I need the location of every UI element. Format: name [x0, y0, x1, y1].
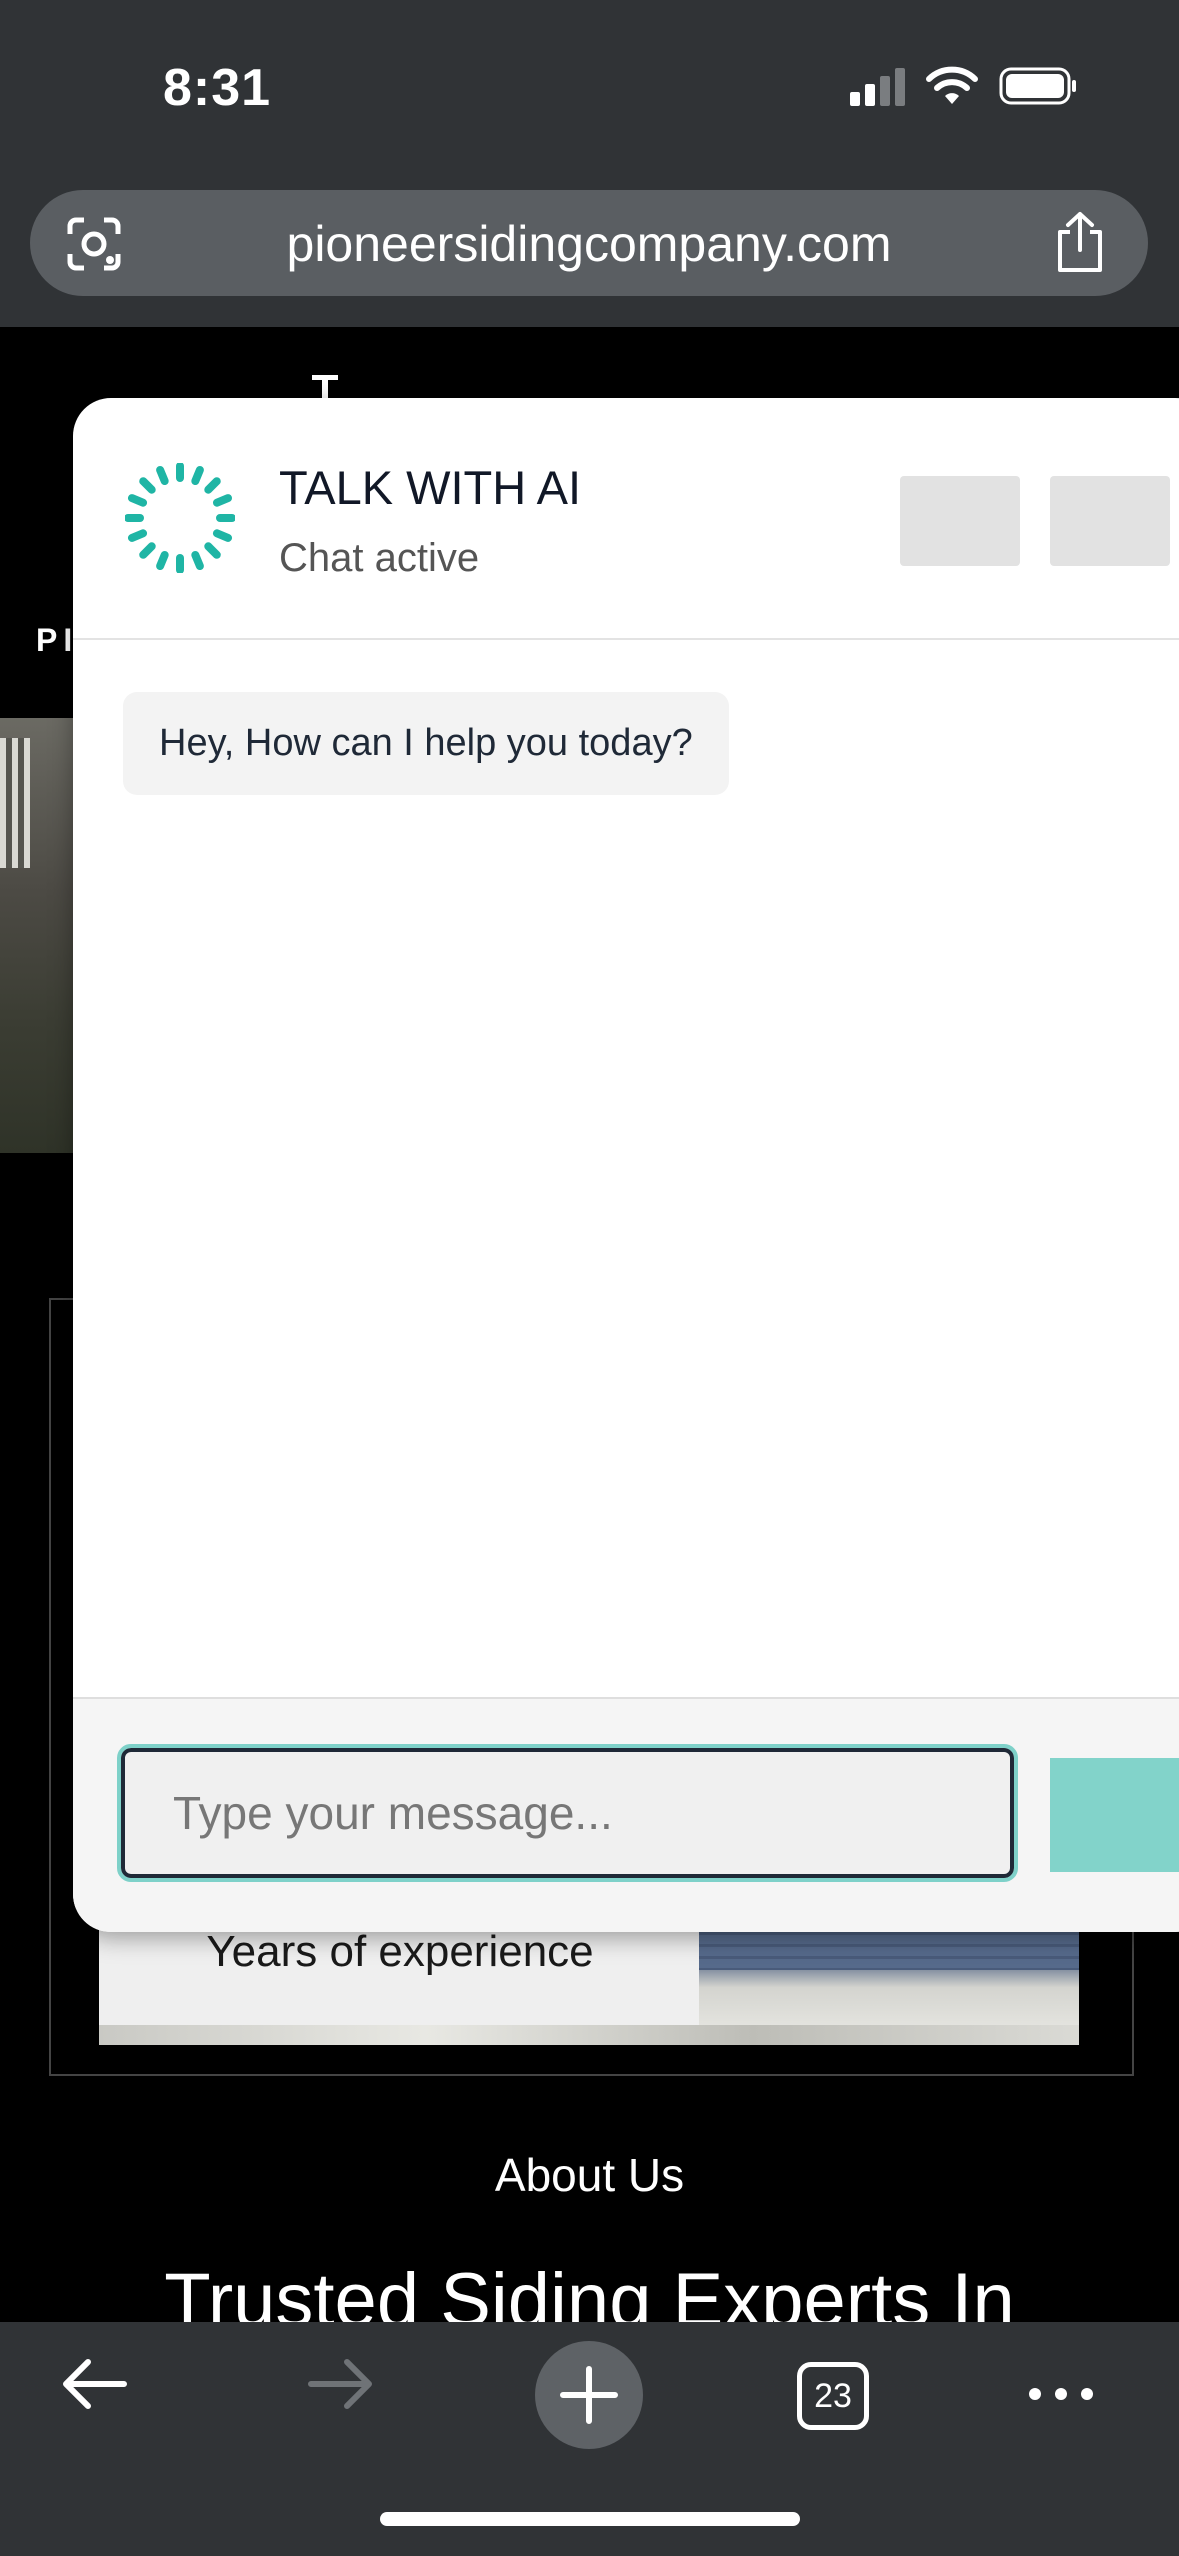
ai-chat-widget: TALK WITH AI Chat active Hey, How can I … — [73, 398, 1179, 1932]
url-text[interactable]: pioneersidingcompany.com — [30, 215, 1148, 273]
share-icon[interactable] — [1052, 210, 1108, 274]
spinner-tick — [139, 542, 156, 559]
more-dots-icon[interactable] — [1025, 2382, 1097, 2406]
minimize-button[interactable] — [900, 476, 1020, 566]
back-arrow-icon[interactable] — [58, 2354, 130, 2414]
spinner-tick — [204, 477, 221, 494]
spinner-tick — [212, 529, 233, 542]
about-us-link[interactable]: About Us — [0, 2148, 1179, 2202]
address-bar[interactable]: pioneersidingcompany.com — [30, 190, 1148, 296]
browser-top-chrome: 8:31 pioneersidingcompany.com — [0, 0, 1179, 327]
chat-footer — [73, 1697, 1179, 1932]
photo-strip — [99, 2025, 1079, 2045]
spinner-tick — [212, 494, 233, 507]
battery-icon — [999, 66, 1079, 106]
spinner-tick — [191, 465, 204, 486]
spinner-tick — [127, 529, 148, 542]
chat-header: TALK WITH AI Chat active — [73, 398, 1179, 640]
spinner-tick — [139, 477, 156, 494]
plus-icon — [560, 2366, 618, 2424]
bot-message: Hey, How can I help you today? — [123, 692, 729, 795]
send-button[interactable] — [1050, 1758, 1179, 1872]
close-button[interactable] — [1050, 476, 1170, 566]
tab-switcher-icon[interactable]: 23 — [797, 2362, 869, 2430]
site-nav-fragment: PI — [36, 622, 79, 658]
home-indicator[interactable] — [380, 2512, 800, 2526]
hero-photo — [0, 718, 80, 1153]
new-tab-button[interactable] — [535, 2341, 643, 2449]
chat-messages: Hey, How can I help you today? — [73, 640, 1179, 1697]
spinner-tick — [156, 465, 169, 486]
forward-arrow-icon[interactable] — [305, 2354, 377, 2414]
chat-status: Chat active — [279, 536, 480, 580]
message-input[interactable] — [117, 1744, 1018, 1882]
stat-label: Years of experience — [206, 1927, 594, 1976]
spinner-tick — [204, 542, 221, 559]
spinner-tick — [156, 550, 169, 571]
status-time: 8:31 — [163, 59, 272, 117]
chat-title: TALK WITH AI — [279, 461, 582, 514]
loading-spinner-icon — [125, 463, 235, 573]
wifi-icon — [925, 66, 979, 106]
status-icons — [850, 66, 1079, 106]
cellular-signal-icon — [850, 66, 905, 106]
spinner-tick — [191, 550, 204, 571]
spinner-tick — [127, 494, 148, 507]
